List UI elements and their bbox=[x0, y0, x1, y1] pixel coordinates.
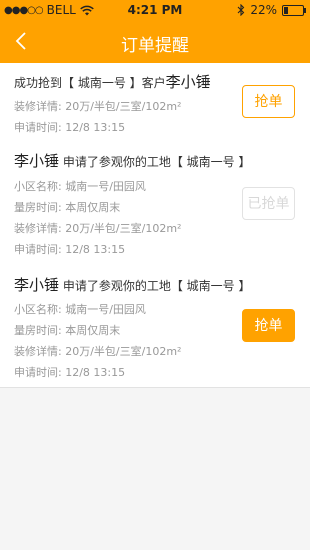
status-right: 22% bbox=[237, 3, 306, 17]
navigation-bar: 订单提醒 bbox=[0, 20, 310, 63]
headline-prefix: 成功抢到【 城南一号 】客户 bbox=[14, 76, 166, 90]
bluetooth-icon bbox=[237, 4, 245, 16]
detail-row: 申请时间: 12/8 13:15 bbox=[14, 119, 125, 135]
detail-row: 装修详情: 20万/半包/三室/102m² bbox=[14, 343, 181, 359]
notification-card: 李小锤 申请了参观你的工地【 城南一号 】 小区名称: 城南一号/田园风 量房时… bbox=[0, 266, 310, 388]
battery-fill bbox=[284, 6, 288, 14]
detail-value: 本周仅周末 bbox=[65, 201, 121, 214]
detail-label: 装修详情: bbox=[14, 345, 62, 358]
status-bar: ●●●○○ BELL 4:21 PM 22% bbox=[0, 0, 310, 20]
detail-value: 20万/半包/三室/102m² bbox=[65, 100, 182, 113]
customer-name: 李小锤 bbox=[14, 152, 60, 170]
detail-label: 申请时间: bbox=[14, 121, 62, 134]
detail-value: 12/8 13:15 bbox=[65, 243, 126, 256]
detail-label: 小区名称: bbox=[14, 303, 62, 316]
detail-value: 12/8 13:15 bbox=[65, 121, 126, 134]
notification-card: 成功抢到【 城南一号 】客户李小锤 装修详情: 20万/半包/三室/102m² … bbox=[0, 63, 310, 141]
detail-row: 装修详情: 20万/半包/三室/102m² bbox=[14, 98, 181, 114]
detail-value: 12/8 13:15 bbox=[65, 366, 126, 379]
detail-row: 装修详情: 20万/半包/三室/102m² bbox=[14, 220, 181, 236]
battery-percent: 22% bbox=[250, 3, 277, 17]
detail-row: 量房时间: 本周仅周末 bbox=[14, 199, 120, 215]
detail-row: 量房时间: 本周仅周末 bbox=[14, 322, 120, 338]
page-title: 订单提醒 bbox=[121, 36, 189, 56]
detail-value: 本周仅周末 bbox=[65, 324, 121, 337]
detail-label: 装修详情: bbox=[14, 222, 62, 235]
notification-headline: 李小锤 申请了参观你的工地【 城南一号 】 bbox=[14, 150, 250, 171]
customer-name: 李小锤 bbox=[14, 276, 60, 294]
detail-value: 城南一号/田园风 bbox=[65, 180, 146, 193]
detail-label: 申请时间: bbox=[14, 366, 62, 379]
detail-row: 申请时间: 12/8 13:15 bbox=[14, 364, 125, 380]
grab-order-button[interactable]: 抢单 bbox=[242, 85, 295, 118]
notification-headline: 李小锤 申请了参观你的工地【 城南一号 】 bbox=[14, 274, 250, 295]
notification-list: 成功抢到【 城南一号 】客户李小锤 装修详情: 20万/半包/三室/102m² … bbox=[0, 63, 310, 550]
detail-label: 申请时间: bbox=[14, 243, 62, 256]
headline-suffix: 申请了参观你的工地【 城南一号 】 bbox=[62, 279, 251, 293]
grab-order-button[interactable]: 抢单 bbox=[242, 309, 295, 342]
detail-row: 小区名称: 城南一号/田园风 bbox=[14, 301, 146, 317]
order-taken-button: 已抢单 bbox=[242, 187, 295, 220]
battery-icon bbox=[282, 4, 306, 16]
detail-value: 20万/半包/三室/102m² bbox=[65, 222, 182, 235]
customer-name: 李小锤 bbox=[165, 73, 211, 91]
detail-label: 装修详情: bbox=[14, 100, 62, 113]
detail-label: 小区名称: bbox=[14, 180, 62, 193]
headline-suffix: 申请了参观你的工地【 城南一号 】 bbox=[62, 155, 251, 169]
detail-label: 量房时间: bbox=[14, 201, 62, 214]
detail-row: 小区名称: 城南一号/田园风 bbox=[14, 178, 146, 194]
notification-headline: 成功抢到【 城南一号 】客户李小锤 bbox=[14, 71, 211, 92]
detail-value: 城南一号/田园风 bbox=[65, 303, 146, 316]
notification-card: 李小锤 申请了参观你的工地【 城南一号 】 小区名称: 城南一号/田园风 量房时… bbox=[0, 140, 310, 267]
detail-value: 20万/半包/三室/102m² bbox=[65, 345, 182, 358]
detail-row: 申请时间: 12/8 13:15 bbox=[14, 241, 125, 257]
detail-label: 量房时间: bbox=[14, 324, 62, 337]
